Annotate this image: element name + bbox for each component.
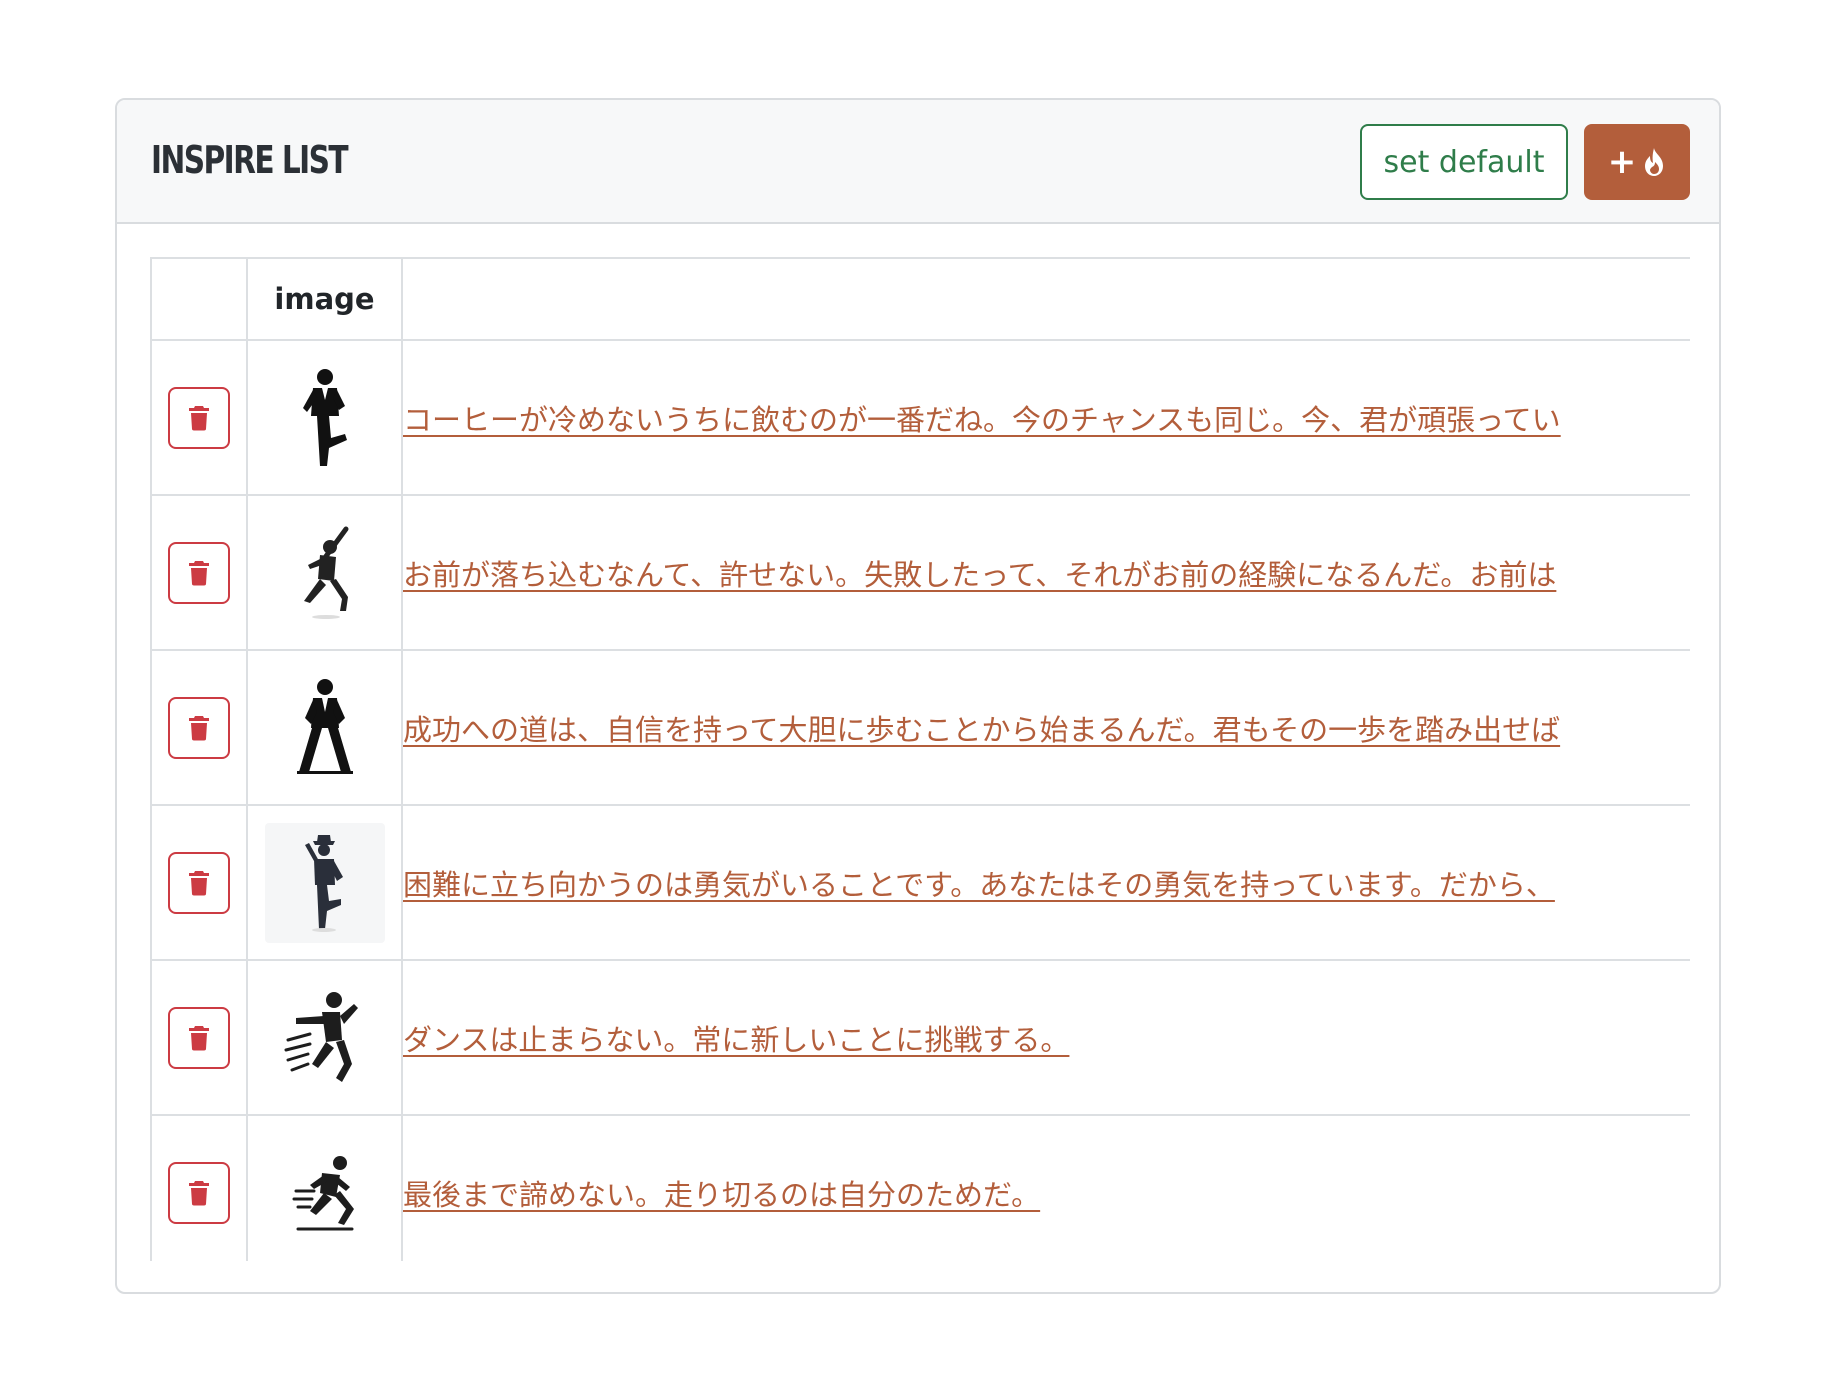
row-comment-cell: 成功への道は、自信を持って大胆に歩むことから始まるんだ。君もその一歩を踏み出せば — [401, 649, 1690, 806]
table-row: 最後まで諦めない。走り切るのは自分のためだ。 — [150, 1114, 1690, 1261]
row-comment-cell: コーヒーが冷めないうちに飲むのが一番だね。今のチャンスも同じ。今、君が頑張ってい — [401, 339, 1690, 496]
header-action — [150, 257, 248, 341]
comment-link[interactable]: 成功への道は、自信を持って大胆に歩むことから始まるんだ。君もその一歩を踏み出せば — [404, 713, 1560, 747]
inspire-table: image comme — [150, 257, 1690, 1261]
running-dancer-icon — [284, 991, 358, 1082]
row-image-cell — [246, 649, 403, 806]
sprinter-icon — [292, 1155, 354, 1230]
comment-link[interactable]: 最後まで諦めない。走り切るのは自分のためだ。 — [404, 1178, 1040, 1212]
delete-button[interactable] — [168, 386, 230, 449]
baseball-batter-icon — [303, 526, 348, 619]
row-image-cell — [246, 339, 403, 496]
fire-icon — [1645, 148, 1664, 176]
delete-button[interactable] — [168, 541, 230, 604]
businessman-standing-icon — [296, 678, 353, 774]
table-row: コーヒーが冷めないうちに飲むのが一番だね。今のチャンスも同じ。今、君が頑張ってい — [150, 339, 1690, 496]
comment-link[interactable]: 困難に立ち向かうのは勇気がいることです。あなたはその勇気を持っています。だから、 — [404, 868, 1555, 902]
row-thumbnail[interactable] — [265, 513, 385, 633]
comment-link[interactable]: ダンスは止まらない。常に新しいことに挑戦する。 — [404, 1023, 1069, 1057]
row-comment-cell: ダンスは止まらない。常に新しいことに挑戦する。 — [401, 959, 1690, 1116]
table-row: 困難に立ち向かうのは勇気がいることです。あなたはその勇気を持っています。だから、 — [150, 804, 1690, 961]
row-comment-cell: お前が落ち込むなんて、許せない。失敗したって、それがお前の経験になるんだ。お前は — [401, 494, 1690, 651]
row-image-cell — [246, 494, 403, 651]
add-inspire-button[interactable]: + — [1584, 124, 1690, 200]
table-row: 成功への道は、自信を持って大胆に歩むことから始まるんだ。君もその一歩を踏み出せば — [150, 649, 1690, 806]
set-default-button[interactable]: set default — [1360, 124, 1568, 200]
dancer-with-hat-icon — [304, 834, 343, 932]
header-comment: comme — [401, 257, 1690, 341]
row-thumbnail[interactable] — [264, 822, 385, 943]
delete-button[interactable] — [168, 1161, 230, 1224]
table-header-row: image comme — [150, 257, 1690, 341]
add-label: + — [1607, 142, 1637, 182]
table-row: お前が落ち込むなんて、許せない。失敗したって、それがお前の経験になるんだ。お前は — [150, 494, 1690, 651]
table-row: ダンスは止まらない。常に新しいことに挑戦する。 — [150, 959, 1690, 1116]
trash-icon — [189, 405, 209, 430]
row-action-cell — [150, 339, 248, 496]
row-action-cell — [150, 494, 248, 651]
trash-icon — [189, 715, 209, 740]
row-action-cell — [150, 959, 248, 1116]
trash-icon — [189, 560, 209, 585]
row-thumbnail[interactable] — [265, 668, 385, 788]
delete-button[interactable] — [168, 1006, 230, 1069]
row-comment-cell: 最後まで諦めない。走り切るのは自分のためだ。 — [401, 1114, 1690, 1261]
trash-icon — [189, 870, 209, 895]
row-comment-cell: 困難に立ち向かうのは勇気がいることです。あなたはその勇気を持っています。だから、 — [401, 804, 1690, 961]
card-title: INSPIRE LIST — [151, 138, 349, 182]
delete-button[interactable] — [168, 696, 230, 759]
row-thumbnail[interactable] — [265, 978, 385, 1098]
comment-link[interactable]: お前が落ち込むなんて、許せない。失敗したって、それがお前の経験になるんだ。お前は — [404, 558, 1556, 592]
inspire-list-card: INSPIRE LIST set default + image comme — [115, 98, 1721, 1294]
comment-link[interactable]: コーヒーが冷めないうちに飲むのが一番だね。今のチャンスも同じ。今、君が頑張ってい — [404, 403, 1561, 437]
trash-icon — [189, 1025, 209, 1050]
delete-button[interactable] — [168, 851, 230, 914]
trash-icon — [189, 1180, 209, 1205]
row-image-cell — [246, 1114, 403, 1261]
row-action-cell — [150, 649, 248, 806]
card-header: INSPIRE LIST set default + — [117, 100, 1719, 224]
row-image-cell — [246, 959, 403, 1116]
row-thumbnail[interactable] — [265, 358, 385, 478]
header-image: image — [246, 257, 403, 341]
row-thumbnail[interactable] — [265, 1133, 385, 1253]
businessman-balancing-icon — [302, 368, 347, 466]
row-image-cell — [246, 804, 403, 961]
row-action-cell — [150, 804, 248, 961]
table-scroll-container[interactable]: image comme — [150, 257, 1690, 1261]
row-action-cell — [150, 1114, 248, 1261]
